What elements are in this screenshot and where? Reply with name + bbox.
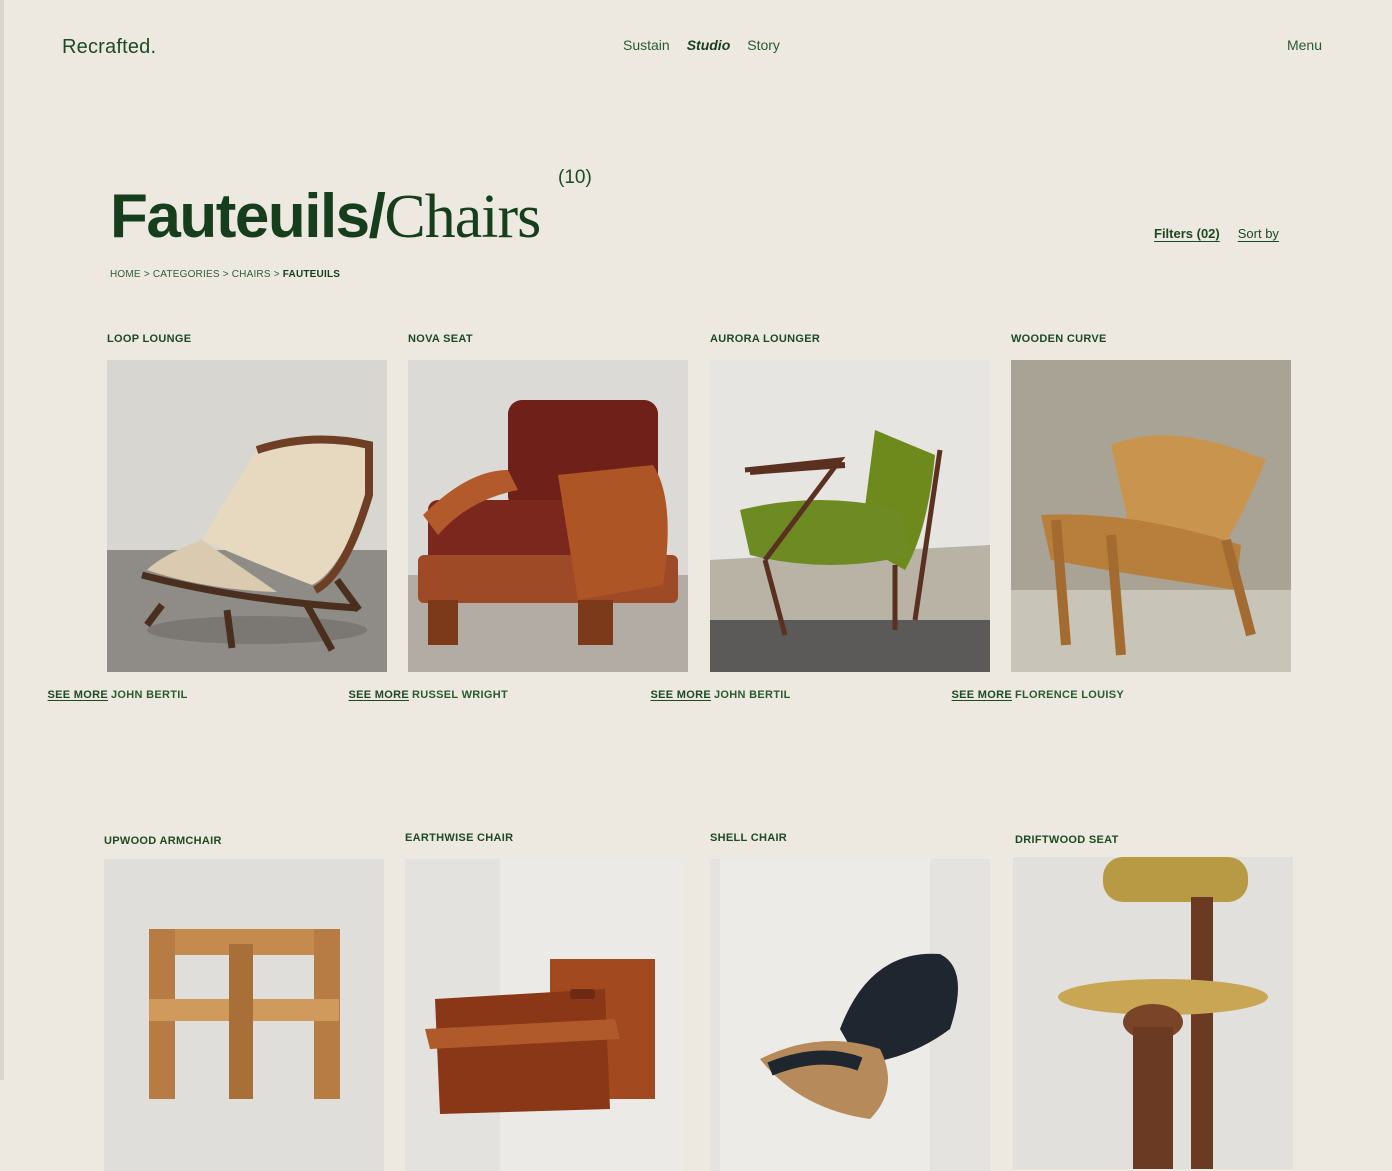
product-name[interactable]: UPWOOD ARMCHAIR xyxy=(104,835,222,847)
main-nav: Sustain Studio Story xyxy=(623,37,780,53)
product-image[interactable] xyxy=(710,360,990,672)
breadcrumb-home[interactable]: HOME xyxy=(110,269,141,280)
product-image[interactable] xyxy=(107,360,387,672)
filters-button[interactable]: Filters (02) xyxy=(1154,226,1220,241)
see-more-link[interactable]: SEE MORE xyxy=(48,689,108,701)
product-name[interactable]: NOVA SEAT xyxy=(408,333,473,345)
product-author: FLORENCE LOUISY xyxy=(1015,689,1125,701)
product-name[interactable]: AURORA LOUNGER xyxy=(710,333,820,345)
product-name[interactable]: LOOP LOUNGE xyxy=(107,333,191,345)
product-author: RUSSEL WRIGHT xyxy=(412,689,508,701)
breadcrumb-separator: > xyxy=(222,269,229,280)
product-author: JOHN BERTIL xyxy=(714,689,791,701)
see-more-link[interactable]: SEE MORE xyxy=(349,689,409,701)
menu-button[interactable]: Menu xyxy=(1287,37,1322,53)
nav-studio[interactable]: Studio xyxy=(687,37,731,53)
breadcrumb-separator: > xyxy=(273,269,280,280)
breadcrumb-chairs[interactable]: CHAIRS xyxy=(232,269,271,280)
product-image[interactable] xyxy=(405,859,685,1171)
product-count: (10) xyxy=(558,167,592,188)
product-name[interactable]: WOODEN CURVE xyxy=(1011,333,1107,345)
breadcrumb-categories[interactable]: CATEGORIES xyxy=(153,269,220,280)
see-more-link[interactable]: SEE MORE xyxy=(651,689,711,701)
page-title-serif: Chairs xyxy=(384,183,541,251)
product-name[interactable]: EARTHWISE CHAIR xyxy=(405,832,513,844)
product-image[interactable] xyxy=(710,859,990,1171)
nav-sustain[interactable]: Sustain xyxy=(623,37,670,53)
list-tools: Filters (02) Sort by xyxy=(1154,226,1279,241)
window-edge xyxy=(0,0,4,1080)
product-image[interactable] xyxy=(408,360,688,672)
sort-button[interactable]: Sort by xyxy=(1238,226,1279,241)
product-name[interactable]: DRIFTWOOD SEAT xyxy=(1015,834,1119,846)
product-author: JOHN BERTIL xyxy=(111,689,188,701)
page-title: Fauteuils/ Chairs xyxy=(110,182,541,252)
product-image[interactable] xyxy=(1011,360,1291,672)
breadcrumb-current: FAUTEUILS xyxy=(282,269,341,280)
brand-logo[interactable]: Recrafted. xyxy=(62,36,156,59)
breadcrumb: HOME > CATEGORIES > CHAIRS > FAUTEUILS xyxy=(110,269,340,280)
product-image[interactable] xyxy=(104,859,384,1171)
product-name[interactable]: SHELL CHAIR xyxy=(710,832,787,844)
breadcrumb-separator: > xyxy=(143,269,150,280)
page-title-bold: Fauteuils/ xyxy=(110,182,386,251)
product-image[interactable] xyxy=(1013,857,1293,1169)
nav-story[interactable]: Story xyxy=(747,37,780,53)
see-more-link[interactable]: SEE MORE xyxy=(952,689,1012,701)
